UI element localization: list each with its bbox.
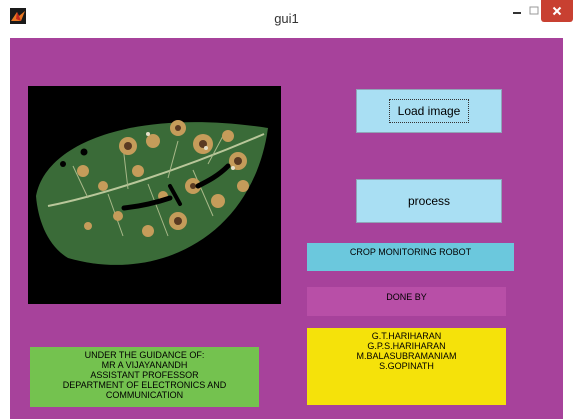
minimize-icon bbox=[513, 12, 521, 14]
crop-monitoring-title: CROP MONITORING ROBOT bbox=[307, 243, 514, 271]
title-bar: gui1 bbox=[0, 0, 573, 38]
close-button[interactable] bbox=[541, 0, 573, 22]
leaf-image bbox=[28, 86, 281, 304]
guidance-line: ASSISTANT PROFESSOR bbox=[90, 370, 199, 380]
name-line: S.GOPINATH bbox=[379, 361, 434, 371]
close-icon bbox=[552, 6, 562, 16]
process-button[interactable]: process bbox=[356, 179, 502, 223]
name-line: G.T.HARIHARAN bbox=[371, 331, 442, 341]
load-image-button[interactable]: Load image bbox=[356, 89, 502, 133]
process-label: process bbox=[407, 194, 451, 208]
guidance-panel: UNDER THE GUIDANCE OF: MR A VIJAYANANDH … bbox=[30, 347, 259, 407]
window-title: gui1 bbox=[274, 11, 299, 26]
team-names: G.T.HARIHARAN G.P.S.HARIHARAN M.BALASUBR… bbox=[307, 328, 506, 405]
guidance-line: DEPARTMENT OF ELECTRONICS AND bbox=[62, 380, 227, 390]
load-image-label: Load image bbox=[388, 99, 470, 123]
name-line: G.P.S.HARIHARAN bbox=[367, 341, 446, 351]
minimize-button[interactable] bbox=[504, 0, 530, 22]
maximize-icon bbox=[529, 6, 539, 15]
done-by-label: DONE BY bbox=[307, 287, 506, 316]
guidance-line: MR A VIJAYANANDH bbox=[101, 360, 188, 370]
guidance-line: UNDER THE GUIDANCE OF: bbox=[84, 350, 205, 360]
name-line: M.BALASUBRAMANIAM bbox=[356, 351, 457, 361]
guidance-line: COMMUNICATION bbox=[105, 390, 184, 400]
maximize-button[interactable] bbox=[528, 0, 540, 22]
